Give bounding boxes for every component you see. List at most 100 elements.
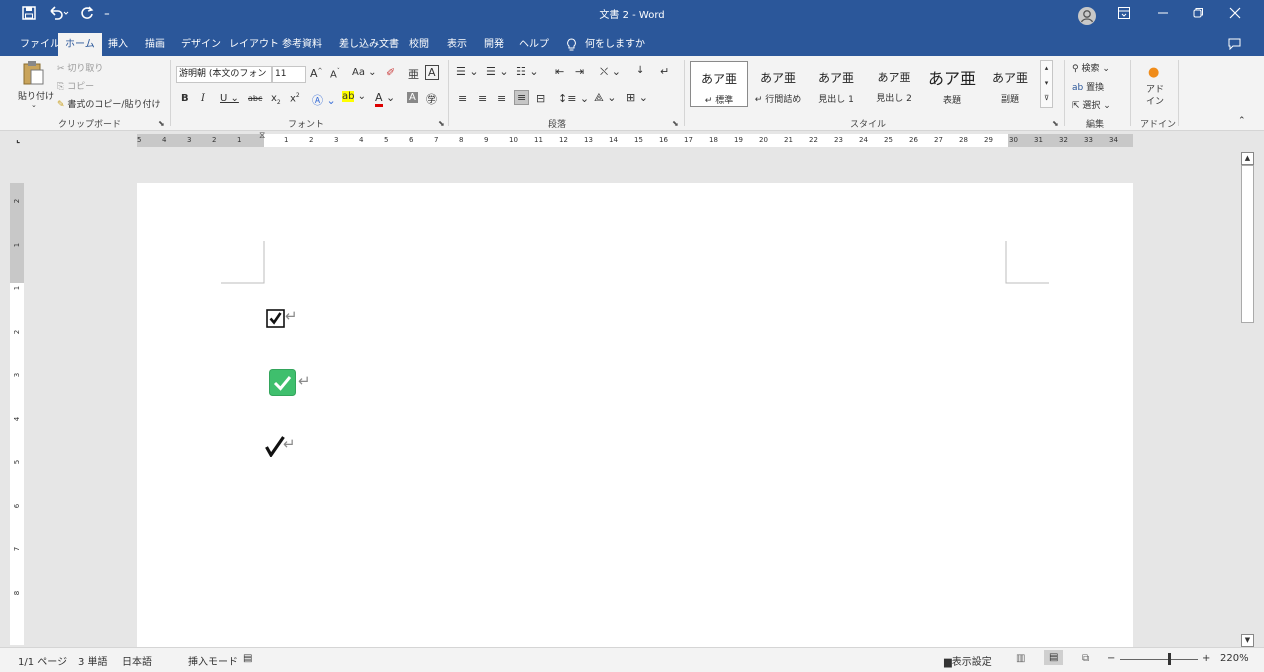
tab-draw[interactable]: 描画 [145, 33, 165, 56]
style-normal[interactable]: あア亜 ↵ 標準 [690, 61, 748, 107]
zoom-out-icon[interactable]: − [1107, 653, 1115, 664]
change-case-button[interactable]: Aa ⌄ [352, 67, 377, 78]
qat-customize-button[interactable]: ⁼ [104, 6, 110, 26]
find-button[interactable]: ⚲ 検索 ⌄ [1072, 61, 1110, 74]
style-subtitle[interactable]: あア亜 副題 [982, 61, 1038, 105]
align-center-icon[interactable]: ≡ [478, 92, 487, 105]
tab-insert[interactable]: 挿入 [108, 33, 128, 56]
zoom-in-icon[interactable]: + [1202, 653, 1210, 664]
tab-file[interactable]: ファイル [20, 33, 60, 56]
tab-home[interactable]: ホーム [58, 33, 102, 56]
web-layout-icon[interactable]: ⧉ [1082, 653, 1089, 664]
select-button[interactable]: ⇱ 選択 ⌄ [1072, 98, 1111, 111]
numbering-icon[interactable]: ☰ ⌄ [486, 65, 509, 78]
asian-layout-icon[interactable]: ⛌ ⌄ [600, 65, 621, 79]
paste-dropdown-icon[interactable]: ⌄ [31, 101, 37, 109]
word-count[interactable]: 3 単語 [78, 653, 108, 668]
ribbon-display-icon[interactable] [1118, 6, 1130, 26]
sort-icon[interactable]: ↓ [636, 65, 644, 76]
underline-icon[interactable]: U ⌄ [220, 93, 239, 104]
text-effects-icon[interactable]: Ⓐ ⌄ [312, 92, 336, 108]
close-button[interactable] [1229, 6, 1241, 26]
copy-button[interactable]: ⎘ コピー [57, 79, 94, 92]
tab-mailings[interactable]: 差し込み文書 [339, 33, 399, 56]
decrease-indent-icon[interactable]: ⇤ [555, 65, 564, 78]
multilevel-list-icon[interactable]: ☷ ⌄ [516, 65, 539, 78]
font-launcher-icon[interactable]: ⬊ [438, 119, 445, 128]
shrink-font-icon[interactable]: Aˇ [330, 68, 340, 80]
tab-help[interactable]: ヘルプ [519, 33, 549, 56]
clipboard-paste-icon[interactable] [22, 60, 44, 89]
align-right-icon[interactable]: ≡ [497, 92, 506, 105]
align-left-icon[interactable]: ≡ [458, 92, 467, 105]
paragraph-launcher-icon[interactable]: ⬊ [672, 119, 679, 128]
increase-indent-icon[interactable]: ⇥ [575, 65, 584, 78]
char-shading-icon[interactable]: A [407, 92, 418, 103]
char-border-icon[interactable]: A [425, 65, 439, 80]
collapse-ribbon-icon[interactable]: ⌃ [1238, 116, 1246, 126]
enclose-char-icon[interactable]: ㊫ [426, 91, 437, 107]
distribute-icon[interactable]: ⊟ [536, 92, 545, 105]
format-painter-button[interactable]: ✎ 書式のコピー/貼り付け [57, 97, 160, 110]
zoom-slider-thumb[interactable] [1168, 653, 1171, 665]
superscript-icon[interactable]: x2 [290, 92, 300, 104]
style-no-spacing[interactable]: あア亜 ↵ 行間詰め [750, 61, 806, 105]
bullets-icon[interactable]: ☰ ⌄ [456, 65, 479, 78]
borders-icon[interactable]: ⊞ ⌄ [626, 91, 648, 104]
phonetic-guide-icon[interactable]: 亜 [408, 66, 419, 82]
document-page[interactable]: ↵ ↵ ↵ [137, 183, 1133, 653]
zoom-level[interactable]: 220% [1220, 653, 1249, 664]
shading-icon[interactable]: ⟁ ⌄ [594, 91, 617, 105]
macro-record-icon[interactable]: ▤ [243, 653, 252, 664]
bold-icon[interactable]: B [181, 93, 189, 104]
italic-icon[interactable]: I [201, 93, 205, 104]
tell-me-search[interactable]: 何をしますか [585, 33, 645, 56]
page-count[interactable]: 1/1 ページ [18, 653, 67, 668]
font-color-icon[interactable]: A ⌄ [375, 91, 395, 107]
read-mode-icon[interactable]: ▥ [1016, 653, 1025, 664]
tab-developer[interactable]: 開発 [484, 33, 504, 56]
tab-references[interactable]: 参考資料 [282, 33, 322, 56]
clipboard-launcher-icon[interactable]: ⬊ [158, 119, 165, 128]
strikethrough-icon[interactable]: abc [248, 94, 262, 103]
style-title[interactable]: あア亜 表題 [924, 61, 980, 106]
print-layout-icon[interactable]: ▤ [1044, 650, 1064, 665]
language-indicator[interactable]: 日本語 [122, 653, 152, 668]
comments-icon[interactable] [1228, 33, 1241, 56]
restore-button[interactable] [1192, 6, 1204, 26]
font-name-combo[interactable]: 游明朝 (本文のフォン [176, 66, 272, 83]
line-spacing-icon[interactable]: ↕≡ ⌄ [558, 92, 589, 105]
style-heading-1[interactable]: あア亜 見出し 1 [808, 61, 864, 105]
styles-launcher-icon[interactable]: ⬊ [1052, 119, 1059, 128]
tab-view[interactable]: 表示 [447, 33, 467, 56]
input-mode[interactable]: 挿入モード [188, 653, 238, 668]
redo-icon[interactable] [80, 6, 94, 26]
styles-gallery-scroll[interactable]: ▴ ▾ ⊽ [1040, 60, 1053, 108]
style-heading-2[interactable]: あア亜 見出し 2 [866, 61, 922, 105]
undo-icon[interactable] [48, 6, 70, 26]
clear-format-icon[interactable]: ✐ [386, 66, 395, 79]
tab-design[interactable]: デザイン [181, 33, 221, 56]
scroll-down-icon[interactable]: ▼ [1241, 634, 1254, 647]
addins-icon[interactable]: ● [1148, 65, 1159, 80]
grow-font-icon[interactable]: A^ [310, 67, 323, 80]
tab-review[interactable]: 校閲 [409, 33, 429, 56]
font-size-combo[interactable]: 11 [272, 66, 306, 83]
justify-icon[interactable]: ≡ [514, 90, 530, 105]
highlight-icon[interactable]: ab ⌄ [342, 91, 366, 102]
account-avatar[interactable] [1077, 6, 1097, 26]
display-settings-button[interactable]: ▆表示設定 [944, 653, 992, 668]
scroll-up-icon[interactable]: ▲ [1241, 152, 1254, 165]
save-icon[interactable] [22, 6, 36, 26]
addins-button[interactable]: アド イン [1146, 84, 1164, 108]
replace-button[interactable]: ab 置換 [1072, 80, 1104, 93]
minimize-button[interactable] [1157, 6, 1169, 26]
cut-button[interactable]: ✂ 切り取り [57, 61, 103, 74]
tab-layout[interactable]: レイアウト [229, 33, 279, 56]
subscript-icon[interactable]: x2 [271, 93, 281, 106]
vertical-scrollbar[interactable]: ▲ ▼ [1240, 152, 1254, 649]
scroll-thumb[interactable] [1241, 165, 1254, 323]
zoom-slider[interactable] [1120, 659, 1198, 660]
show-marks-icon[interactable]: ↵ [660, 65, 669, 78]
indent-marker-icon[interactable]: ⧖ [259, 131, 265, 141]
